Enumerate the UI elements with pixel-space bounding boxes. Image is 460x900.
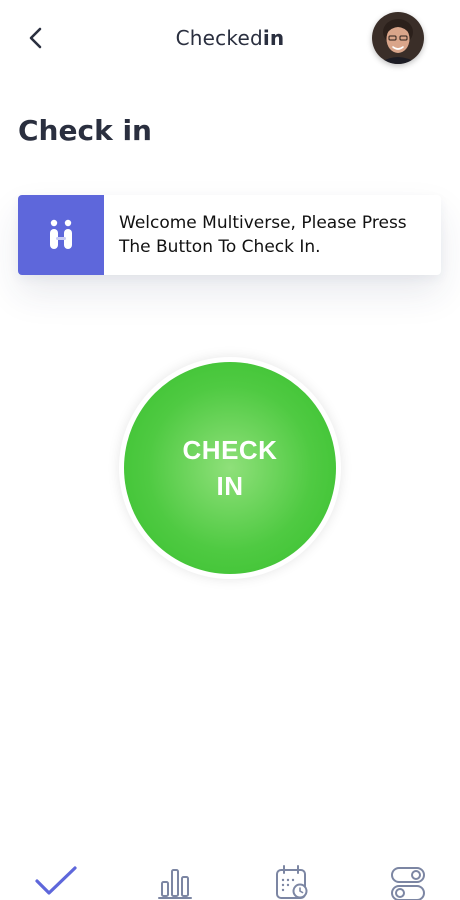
- welcome-message: Welcome Multiverse, Please Press The But…: [119, 213, 407, 257]
- user-avatar[interactable]: [372, 12, 424, 64]
- app-header: Checkedin: [0, 0, 460, 80]
- app-title-bold: in: [262, 26, 285, 50]
- bar-chart-icon: [158, 869, 192, 899]
- people-logo-icon: [50, 219, 72, 249]
- check-in-label: CHECK IN: [155, 432, 305, 504]
- calendar-clock-icon: [276, 865, 308, 899]
- page-title: Check in: [18, 114, 152, 147]
- check-in-button[interactable]: CHECK IN: [124, 362, 336, 574]
- avatar-image: [372, 12, 424, 64]
- nav-item-check-in[interactable]: [25, 858, 85, 900]
- bottom-nav: [0, 858, 460, 900]
- checkmark-icon: [35, 866, 77, 895]
- app-title-regular: Checked: [175, 26, 263, 50]
- welcome-card: Welcome Multiverse, Please Press The But…: [18, 195, 441, 275]
- nav-item-settings[interactable]: [378, 858, 438, 900]
- welcome-logo: [18, 195, 104, 275]
- check-in-screen: Checkedin Check in Welcome Multiverse, P…: [0, 0, 460, 900]
- nav-item-stats[interactable]: [145, 858, 205, 900]
- check-in-label-line1: CHECK: [182, 435, 278, 465]
- nav-item-calendar[interactable]: [262, 858, 322, 900]
- toggle-settings-icon: [391, 867, 425, 900]
- check-in-label-line2: IN: [216, 471, 244, 501]
